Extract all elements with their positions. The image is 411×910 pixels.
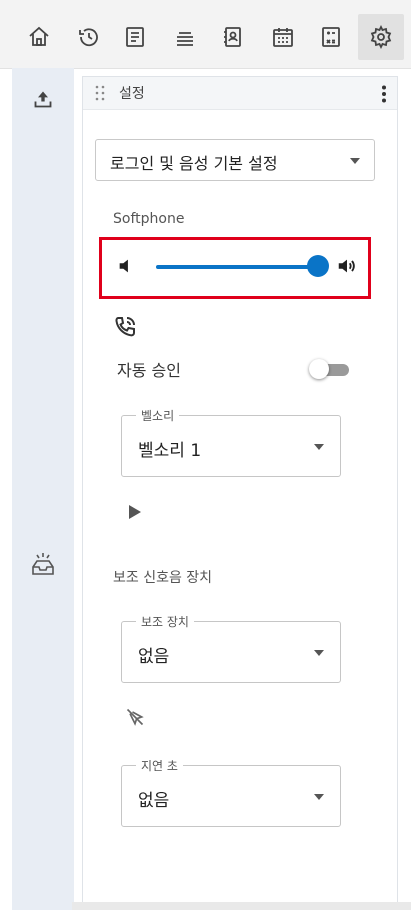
drag-handle-icon[interactable] (95, 85, 105, 101)
volume-high-icon[interactable] (336, 255, 358, 277)
chevron-down-icon (314, 650, 324, 656)
auto-answer-toggle[interactable] (309, 359, 351, 379)
delay-legend: 지연 초 (136, 757, 183, 774)
home-button[interactable] (16, 14, 62, 60)
gear-icon (370, 25, 392, 49)
ringtone-value: 벨소리 1 (138, 441, 202, 461)
more-options-icon[interactable] (381, 85, 387, 103)
upload-button[interactable] (28, 84, 58, 114)
panel-header: 설정 (83, 77, 397, 110)
contacts-icon (224, 27, 241, 47)
top-toolbar (0, 0, 411, 69)
aux-muted-icon (126, 708, 144, 726)
chevron-down-icon (314, 794, 324, 800)
volume-slider[interactable] (156, 265, 318, 269)
delay-select[interactable]: 지연 초 없음 (121, 757, 341, 827)
ringtone-legend: 벨소리 (136, 407, 180, 424)
left-rail (12, 68, 74, 910)
panel-title: 설정 (119, 86, 145, 102)
settings-profile-select[interactable]: 로그인 및 음성 기본 설정 (95, 139, 375, 181)
queue-button[interactable] (162, 14, 208, 60)
home-icon (29, 26, 49, 46)
aux-device-value: 없음 (138, 647, 170, 667)
upload-icon (34, 91, 52, 108)
aux-ring-label: 보조 신호음 장치 (113, 570, 213, 586)
calculator-icon (322, 27, 340, 47)
play-ringtone-icon[interactable] (129, 505, 141, 519)
chevron-down-icon (350, 158, 360, 164)
chevron-down-icon (314, 444, 324, 450)
queue-icon (177, 32, 193, 46)
auto-answer-phone-icon (115, 317, 135, 337)
volume-low-icon[interactable] (116, 255, 138, 277)
calendar-button[interactable] (260, 14, 306, 60)
history-button[interactable] (66, 14, 112, 60)
aux-device-legend: 보조 장치 (136, 613, 194, 630)
volume-control (99, 237, 371, 299)
settings-panel: 설정 로그인 및 음성 기본 설정 Softphone 자동 승인 벨소리 벨소… (82, 76, 398, 910)
inbox-icon (32, 553, 54, 575)
inbox-button[interactable] (28, 550, 58, 580)
volume-slider-thumb[interactable] (307, 255, 329, 277)
contacts-button[interactable] (210, 14, 256, 60)
horizontal-scrollbar[interactable] (72, 902, 411, 910)
profile-select-value: 로그인 및 음성 기본 설정 (110, 154, 278, 173)
calendar-icon (273, 28, 293, 47)
history-icon (79, 28, 98, 47)
document-button[interactable] (112, 14, 158, 60)
document-icon (126, 27, 144, 47)
settings-button[interactable] (358, 14, 404, 60)
aux-device-select[interactable]: 보조 장치 없음 (121, 613, 341, 683)
calculator-button[interactable] (308, 14, 354, 60)
delay-value: 없음 (138, 791, 170, 811)
ringtone-select[interactable]: 벨소리 벨소리 1 (121, 407, 341, 477)
auto-answer-label: 자동 승인 (117, 361, 181, 380)
softphone-label: Softphone (113, 211, 185, 227)
